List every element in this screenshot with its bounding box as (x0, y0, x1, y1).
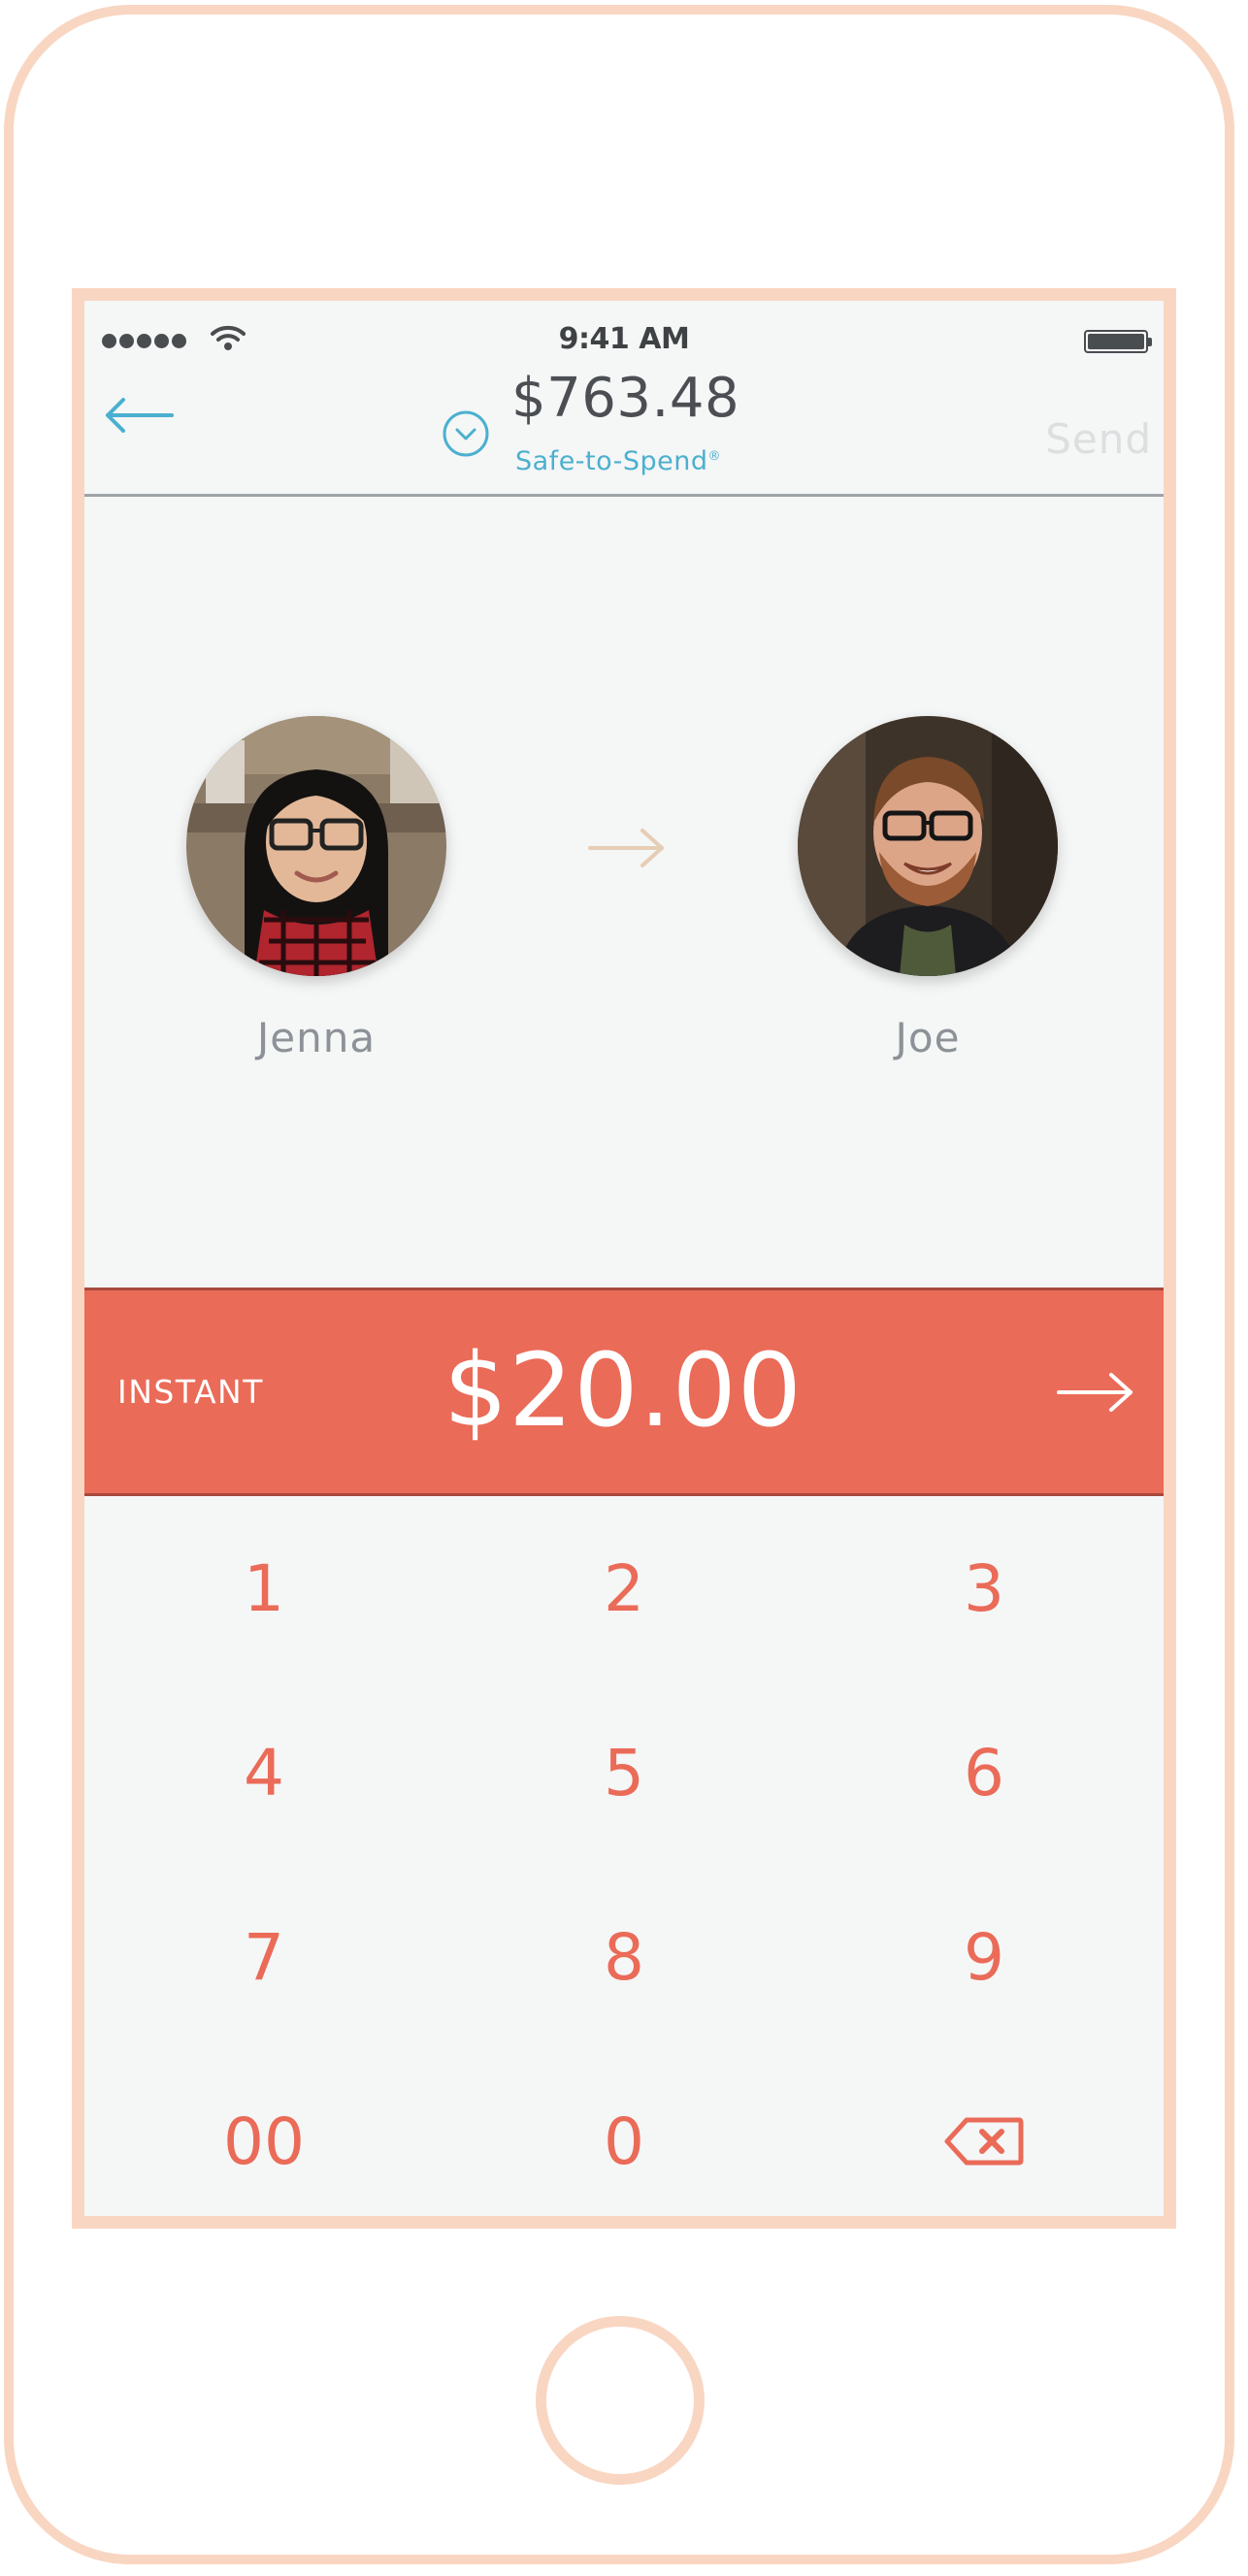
key-4[interactable]: 4 (84, 1680, 443, 1865)
key-0[interactable]: 0 (444, 2049, 804, 2216)
amount-bar: INSTANT $20.00 (84, 1288, 1164, 1496)
sender-name: Jenna (256, 1014, 377, 1061)
sender-photo (186, 716, 446, 976)
recipient-name: Joe (895, 1014, 961, 1061)
home-button[interactable] (536, 2316, 705, 2485)
confirm-arrow-icon[interactable] (1057, 1372, 1134, 1413)
back-arrow-icon[interactable] (104, 396, 174, 435)
status-bar: 9:41 AM (84, 301, 1164, 356)
battery-icon (1084, 330, 1152, 353)
recipient-photo (798, 716, 1058, 976)
safe-to-spend-balance[interactable]: $763.48 (511, 367, 739, 430)
arrow-right-icon (588, 829, 664, 867)
key-8[interactable]: 8 (444, 1865, 804, 2049)
numeric-keypad: 1 2 3 4 5 6 7 8 9 00 0 (84, 1496, 1164, 2216)
safe-to-spend-label[interactable]: Safe-to-Spend® (515, 446, 721, 476)
nav-bar: $763.48 Safe-to-Spend® Send (84, 359, 1164, 497)
backspace-icon (944, 2117, 1024, 2166)
chevron-down-circle-icon[interactable] (442, 409, 490, 458)
sender-avatar[interactable] (186, 716, 446, 976)
key-5[interactable]: 5 (444, 1680, 804, 1865)
key-6[interactable]: 6 (805, 1680, 1164, 1865)
instant-toggle[interactable]: INSTANT (117, 1373, 264, 1411)
key-2[interactable]: 2 (444, 1496, 804, 1680)
delete-key[interactable] (805, 2049, 1164, 2216)
key-1[interactable]: 1 (84, 1496, 443, 1680)
send-button[interactable]: Send (1045, 415, 1152, 463)
app-screen: 9:41 AM $763.48 Safe-to-Spend® Send Jenn… (72, 288, 1176, 2229)
key-7[interactable]: 7 (84, 1865, 443, 2049)
amount-display: $20.00 (443, 1331, 803, 1450)
key-3[interactable]: 3 (805, 1496, 1164, 1680)
key-00[interactable]: 00 (84, 2049, 443, 2216)
status-time: 9:41 AM (558, 322, 690, 356)
recipient-avatar[interactable] (798, 716, 1058, 976)
key-9[interactable]: 9 (805, 1865, 1164, 2049)
